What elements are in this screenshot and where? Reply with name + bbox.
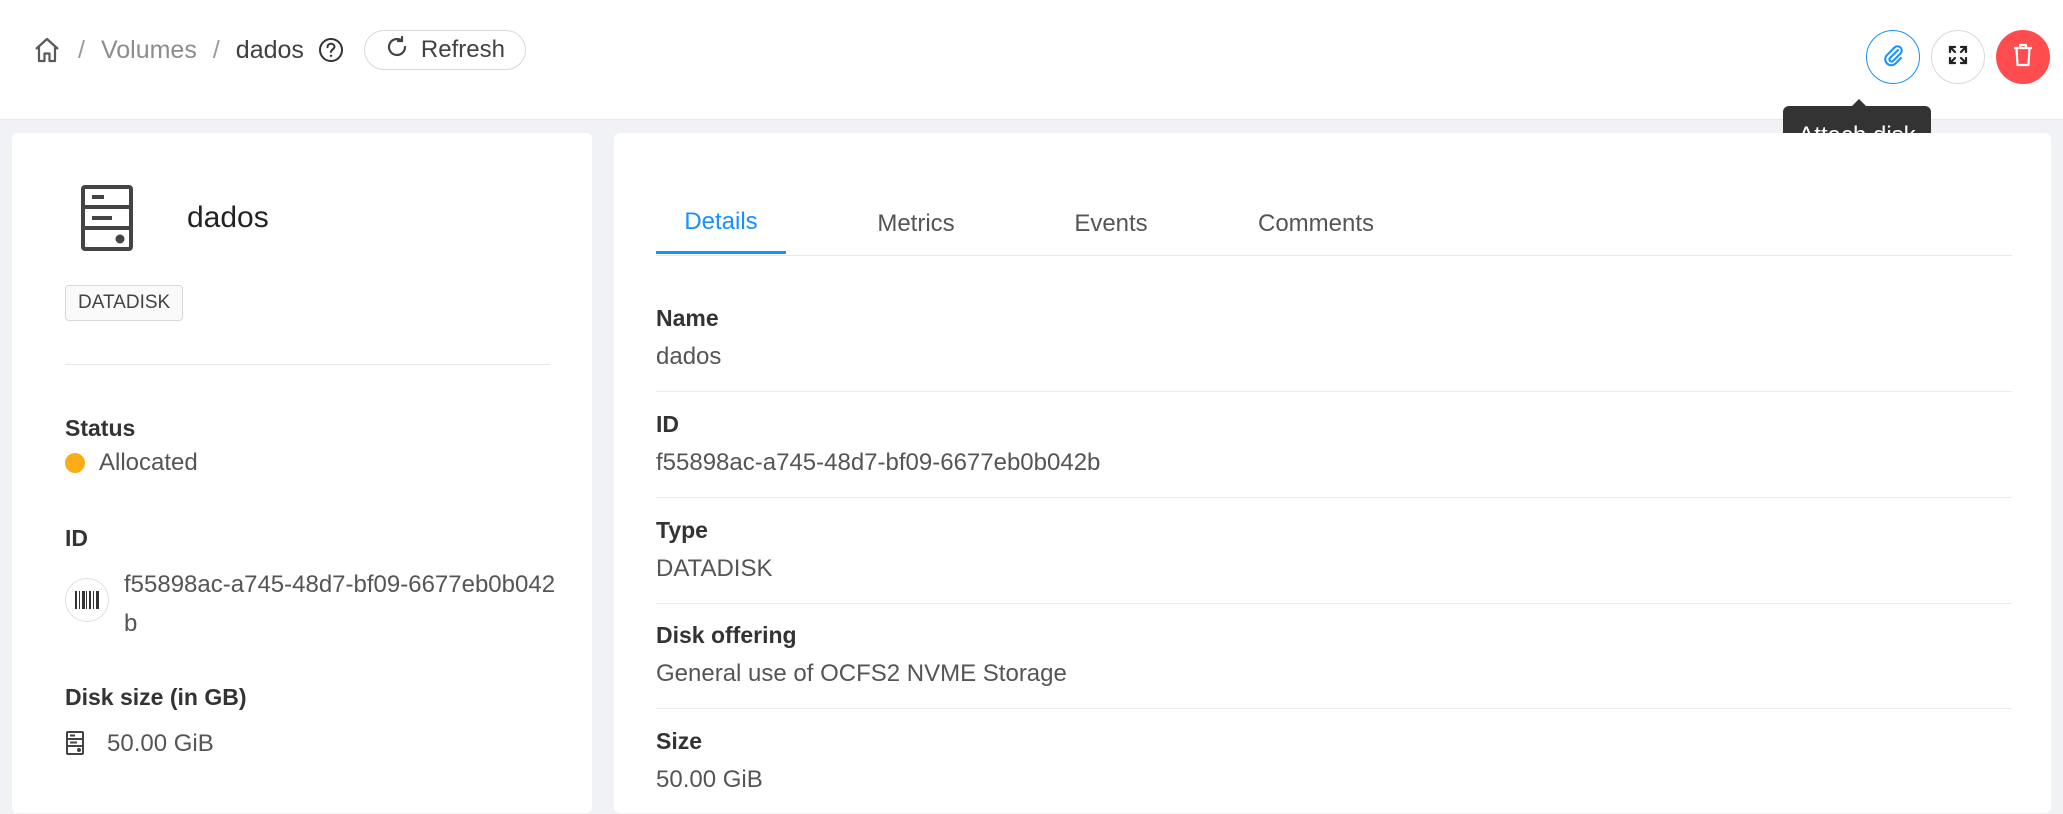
detail-label: Name [656, 305, 719, 331]
detail-label: Disk offering [656, 622, 797, 648]
refresh-button[interactable]: Refresh [363, 30, 526, 70]
detail-row-name: Name dados [656, 291, 2012, 392]
tab-comments[interactable]: Comments [1236, 193, 1396, 254]
attach-disk-button[interactable] [1866, 30, 1920, 84]
detail-label: Type [656, 517, 708, 543]
tab-events[interactable]: Events [1056, 193, 1166, 254]
question-circle-icon[interactable] [318, 37, 344, 63]
detail-row-size: Size 50.00 GiB [656, 714, 2012, 814]
detail-value: f55898ac-a745-48d7-bf09-6677eb0b042b [656, 449, 1101, 476]
detail-label: Size [656, 728, 703, 754]
tab-metrics[interactable]: Metrics [856, 193, 976, 254]
reload-icon [385, 35, 409, 66]
barcode-icon [65, 578, 109, 622]
detail-value: dados [656, 343, 722, 370]
detail-value: General use of OCFS2 NVME Storage [656, 660, 1067, 687]
details-card: Details Metrics Events Comments Name dad… [614, 133, 2051, 813]
breadcrumb-separator: / [212, 35, 220, 64]
delete-button[interactable] [1996, 30, 2050, 84]
resource-name: dados [187, 201, 269, 234]
expand-icon [1947, 44, 1969, 71]
detail-row-type: Type DATADISK [656, 503, 2012, 604]
detail-value: DATADISK [656, 555, 773, 582]
detail-row-disk-offering: Disk offering General use of OCFS2 NVME … [656, 608, 2012, 709]
top-bar: / Volumes / dados Refresh [0, 0, 2063, 120]
detail-value: 50.00 GiB [656, 766, 763, 793]
type-tag: DATADISK [65, 285, 184, 321]
breadcrumb-volumes-link[interactable]: Volumes [101, 36, 197, 65]
status-value: Allocated [99, 449, 198, 476]
refresh-label: Refresh [420, 36, 505, 63]
detail-row-id: ID f55898ac-a745-48d7-bf09-6677eb0b042b [656, 397, 2012, 498]
breadcrumb-current: dados [235, 35, 304, 64]
status-badge [65, 453, 85, 473]
disk-size-label: Disk size (in GB) [65, 684, 247, 710]
detail-label: ID [656, 411, 679, 437]
hdd-icon [65, 730, 85, 761]
disk-size-value: 50.00 GiB [107, 730, 214, 757]
status-label: Status [65, 415, 136, 441]
divider [65, 364, 550, 365]
tab-bar: Details Metrics Events Comments [656, 193, 2012, 256]
breadcrumb-separator: / [78, 35, 85, 64]
trash-icon [2011, 42, 2035, 73]
home-icon[interactable] [32, 35, 62, 65]
breadcrumb: / Volumes / dados Refresh [32, 30, 526, 70]
tab-details[interactable]: Details [656, 193, 786, 254]
id-label: ID [65, 525, 88, 551]
paperclip-icon [1881, 43, 1905, 72]
id-value: f55898ac-a745-48d7-bf09-6677eb0b042b [124, 571, 556, 637]
resource-summary-card: dados DATADISK Status Allocated ID f5589… [12, 133, 592, 813]
server-icon [78, 183, 136, 258]
fullscreen-button[interactable] [1931, 30, 1985, 84]
